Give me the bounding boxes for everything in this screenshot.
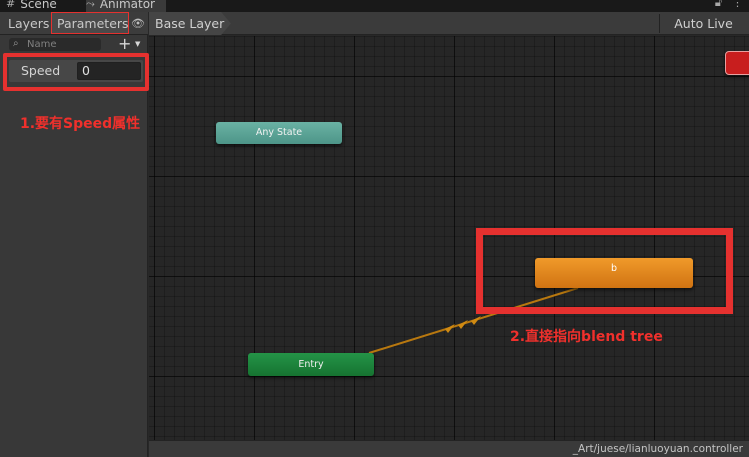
eye-icon[interactable]: 👁︎: [131, 17, 145, 30]
more-menu-icon[interactable]: ⋮: [732, 0, 743, 10]
window-tab-strip: # Scene ⤳ Animator 🔓︎ ⋮: [0, 0, 749, 12]
state-any-state[interactable]: Any State: [216, 122, 342, 144]
tab-scene-label: Scene: [20, 0, 57, 11]
parameter-row[interactable]: Speed 0: [9, 60, 143, 82]
window-controls: 🔓︎ ⋮: [715, 0, 743, 10]
tab-scene[interactable]: # Scene: [6, 0, 57, 12]
lock-icon[interactable]: 🔓︎: [715, 0, 722, 10]
parameter-search-input[interactable]: ⌕ Name: [9, 38, 101, 51]
chevron-down-icon[interactable]: ▼: [135, 40, 140, 48]
panel-tabs: Layers Parameters: [0, 12, 148, 35]
breadcrumb[interactable]: Base Layer: [149, 12, 231, 35]
left-panel: Layers Parameters ⌕ Name + ▼ Speed 0: [0, 12, 149, 457]
layer-breadcrumb-bar: Base Layer Auto Live Link: [149, 12, 749, 50]
parameter-search-row: ⌕ Name + ▼: [0, 36, 148, 53]
state-entry[interactable]: Entry: [248, 353, 374, 376]
parameter-highlight-box: Speed 0: [3, 53, 149, 91]
parameter-value-field[interactable]: 0: [77, 62, 141, 80]
add-parameter-button[interactable]: +: [118, 36, 131, 52]
annotation-speed: 1.要有Speed属性: [20, 116, 141, 132]
tab-animator-label: Animator: [99, 0, 155, 11]
search-placeholder: Name: [27, 39, 57, 50]
blend-tree-highlight-box: [476, 228, 733, 314]
status-bar: _Art/juese/lianluoyuan.controller: [149, 440, 749, 457]
state-exit-partial[interactable]: [725, 51, 749, 75]
breadcrumb-base-layer: Base Layer: [155, 16, 225, 31]
controller-path: _Art/juese/lianluoyuan.controller: [572, 443, 743, 455]
search-icon: ⌕: [13, 38, 19, 49]
tab-animator[interactable]: ⤳ Animator: [86, 0, 166, 12]
animator-icon: ⤳: [86, 0, 95, 10]
tab-layers[interactable]: Layers: [8, 12, 49, 35]
grid-icon: #: [6, 0, 16, 10]
tab-parameters[interactable]: Parameters: [51, 12, 129, 34]
parameter-name: Speed: [21, 63, 61, 78]
annotation-blend-tree: 2.直接指向blend tree: [510, 329, 663, 345]
auto-live-link-button[interactable]: Auto Live Link: [659, 14, 747, 50]
